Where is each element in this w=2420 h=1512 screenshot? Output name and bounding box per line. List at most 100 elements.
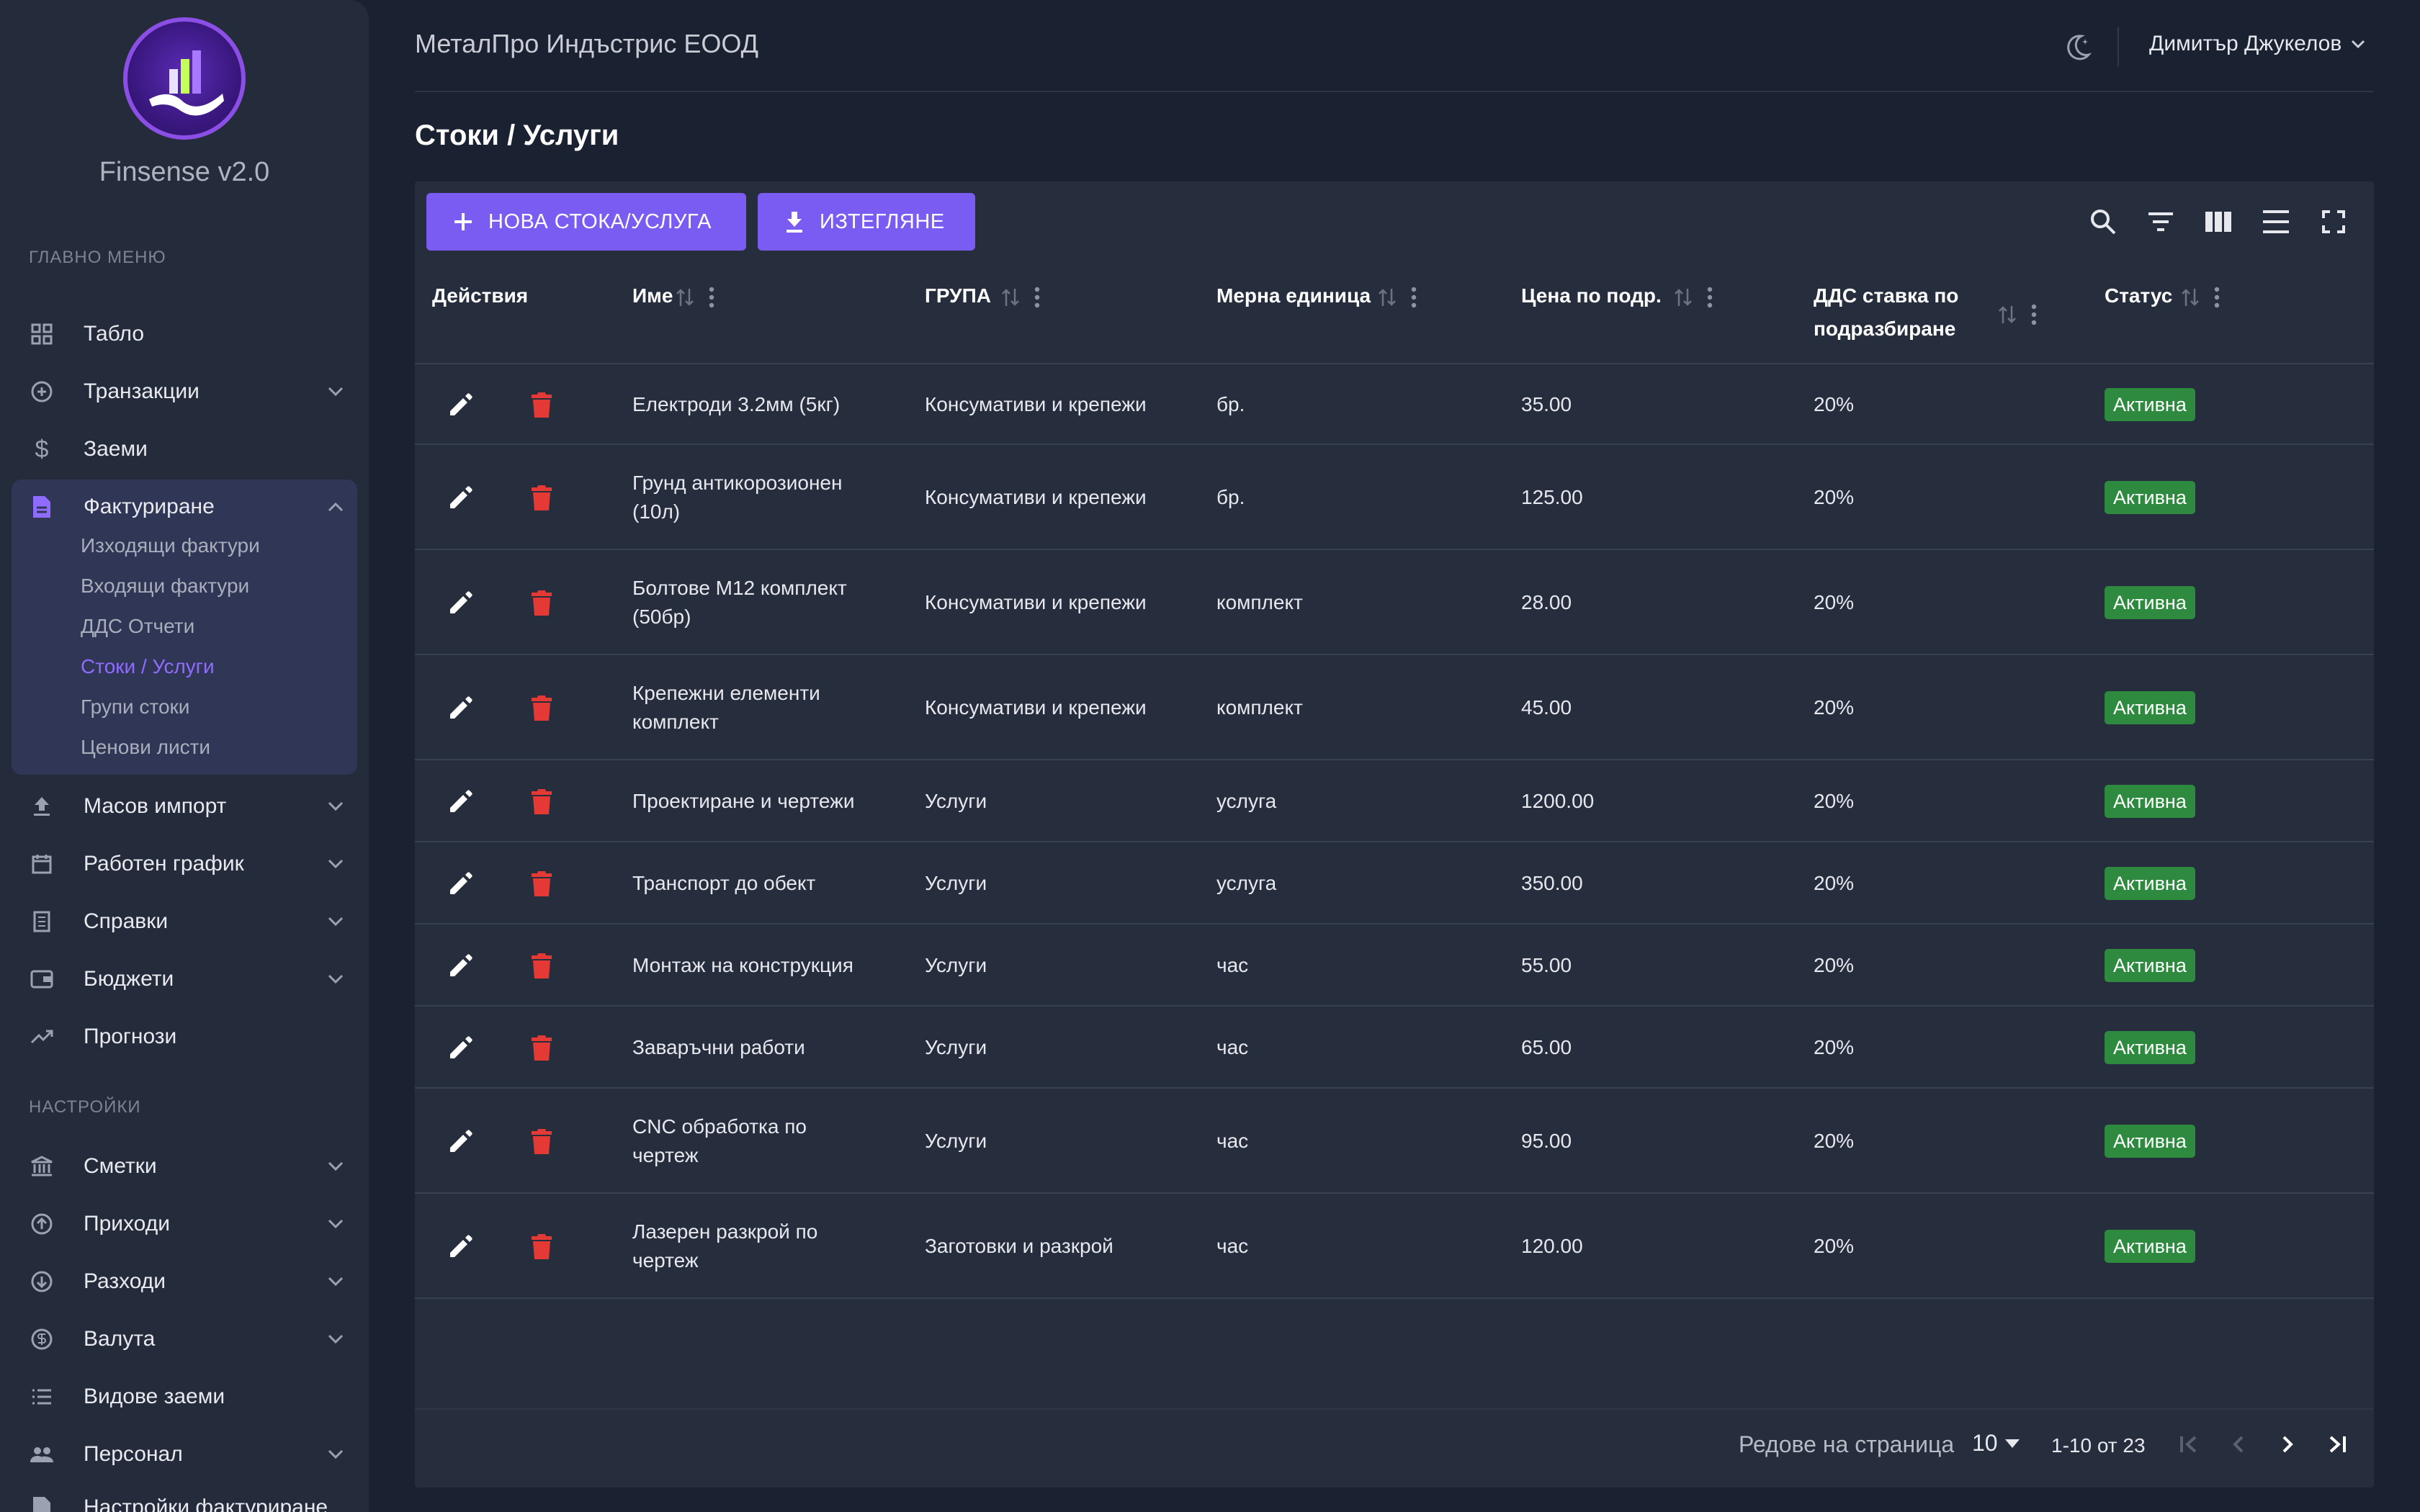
sub-vat-reports[interactable]: ДДС Отчети — [81, 615, 194, 638]
column-controls — [676, 287, 714, 308]
edit-icon[interactable] — [444, 784, 478, 819]
sort-icon[interactable] — [1378, 287, 1397, 307]
column-menu-icon[interactable] — [2031, 304, 2037, 325]
edit-icon[interactable] — [444, 866, 478, 901]
sub-incoming-invoices[interactable]: Входящи фактури — [81, 575, 249, 598]
nav-budgets[interactable]: Бюджети — [29, 958, 346, 1001]
nav-transactions[interactable]: Транзакции — [29, 370, 346, 413]
nav-accounts[interactable]: Сметки — [29, 1145, 346, 1188]
columns-icon[interactable] — [2200, 203, 2237, 240]
sub-goods-groups[interactable]: Групи стоки — [81, 696, 189, 719]
column-header-vat[interactable]: ДДС ставка по подразбиране — [1814, 279, 1986, 346]
section-main-menu: ГЛАВНО МЕНЮ — [29, 248, 166, 267]
cell-price: 125.00 — [1521, 486, 1583, 508]
previous-page-icon[interactable] — [2221, 1427, 2256, 1462]
edit-icon[interactable] — [444, 948, 478, 983]
column-header-group[interactable]: ГРУПА — [925, 279, 991, 312]
column-menu-icon[interactable] — [709, 287, 714, 308]
delete-icon[interactable] — [524, 690, 559, 725]
last-page-icon[interactable] — [2319, 1427, 2354, 1462]
arrow-up-circle-icon — [29, 1211, 55, 1237]
chevron-down-icon — [326, 796, 346, 816]
column-menu-icon[interactable] — [1411, 287, 1417, 308]
bank-icon — [29, 1153, 55, 1179]
density-icon[interactable] — [2257, 203, 2295, 240]
nav-forecasts[interactable]: Прогнози — [29, 1015, 346, 1058]
delete-icon[interactable] — [524, 1124, 559, 1158]
search-icon[interactable] — [2084, 203, 2122, 240]
edit-icon[interactable] — [444, 387, 478, 422]
edit-icon[interactable] — [444, 690, 478, 725]
delete-icon[interactable] — [524, 585, 559, 620]
edit-icon[interactable] — [444, 585, 478, 620]
sort-icon[interactable] — [676, 287, 694, 307]
trending-up-icon — [29, 1024, 55, 1050]
nav-invoicing-settings[interactable]: Настройки фактуриране — [29, 1486, 346, 1512]
nav-label: Персонал — [84, 1442, 183, 1466]
column-header-status[interactable]: Статус — [2105, 279, 2172, 312]
nav-expenses[interactable]: Разходи — [29, 1260, 346, 1303]
nav-income[interactable]: Приходи — [29, 1202, 346, 1246]
rows-per-page-select[interactable]: 10 — [1972, 1430, 2020, 1457]
cell-name: Електроди 3.2мм (5кг) — [632, 393, 841, 415]
cell-unit: бр. — [1216, 393, 1245, 415]
nav-staff[interactable]: Персонал — [29, 1433, 346, 1476]
delete-icon[interactable] — [524, 387, 559, 422]
nav-dashboard[interactable]: Табло — [29, 312, 346, 356]
nav-bulk-import[interactable]: Масов импорт — [29, 785, 346, 828]
next-page-icon[interactable] — [2270, 1427, 2305, 1462]
edit-icon[interactable] — [444, 1030, 478, 1065]
cell-name: Монтаж на конструкция — [632, 954, 853, 976]
cell-unit: услуга — [1216, 872, 1277, 894]
sort-icon[interactable] — [1001, 287, 1020, 307]
fullscreen-icon[interactable] — [2315, 203, 2352, 240]
chevron-down-icon — [326, 1329, 346, 1349]
delete-icon[interactable] — [524, 480, 559, 515]
company-name: МеталПро Индъстрис ЕООД — [415, 29, 758, 58]
nav-loans[interactable]: $ Заеми — [29, 428, 346, 471]
nav-work-schedule[interactable]: Работен график — [29, 842, 346, 886]
new-product-button[interactable]: НОВА СТОКА/УСЛУГА — [426, 193, 746, 251]
cell-group: Услуги — [925, 790, 987, 812]
sort-icon[interactable] — [1998, 305, 2017, 325]
edit-icon[interactable] — [444, 480, 478, 515]
export-button[interactable]: ИЗТЕГЛЯНЕ — [758, 193, 975, 251]
first-page-icon[interactable] — [2172, 1427, 2207, 1462]
nav-label: Приходи — [84, 1212, 170, 1236]
status-badge: Активна — [2105, 1230, 2195, 1263]
sub-goods-services[interactable]: Стоки / Услуги — [81, 655, 215, 678]
edit-icon[interactable] — [444, 1229, 478, 1264]
delete-icon[interactable] — [524, 1030, 559, 1065]
sub-price-lists[interactable]: Ценови листи — [81, 736, 210, 759]
nav-loan-types[interactable]: Видове заеми — [29, 1375, 346, 1418]
delete-icon[interactable] — [524, 784, 559, 819]
edit-icon[interactable] — [444, 1124, 478, 1158]
column-header-unit[interactable]: Мерна единица — [1216, 279, 1371, 312]
nav-reports[interactable]: Справки — [29, 900, 346, 943]
column-header-price[interactable]: Цена по подр. — [1521, 279, 1662, 312]
sort-icon[interactable] — [1674, 287, 1693, 307]
delete-icon[interactable] — [524, 948, 559, 983]
chevron-down-icon — [326, 969, 346, 989]
nav-currency[interactable]: Валута — [29, 1318, 346, 1361]
nav-invoicing[interactable]: Фактуриране — [29, 485, 346, 528]
column-header-name[interactable]: Име — [632, 279, 673, 312]
column-menu-icon[interactable] — [1034, 287, 1040, 308]
pagination-range: 1-10 от 23 — [2051, 1434, 2146, 1457]
cell-unit: час — [1216, 1235, 1249, 1257]
delete-icon[interactable] — [524, 866, 559, 901]
cell-name: CNC обработка по чертеж — [632, 1115, 807, 1166]
column-menu-icon[interactable] — [1707, 287, 1713, 308]
cell-group: Консумативи и крепежи — [925, 393, 1147, 415]
column-menu-icon[interactable] — [2214, 287, 2220, 308]
delete-icon[interactable] — [524, 1229, 559, 1264]
status-badge: Активна — [2105, 785, 2195, 818]
sort-icon[interactable] — [2181, 287, 2200, 307]
moon-icon[interactable] — [2061, 32, 2093, 63]
cell-unit: бр. — [1216, 486, 1245, 508]
filter-icon[interactable] — [2142, 203, 2179, 240]
cell-name: Транспорт до обект — [632, 872, 816, 894]
user-menu[interactable]: Димитър Джукелов — [2149, 32, 2366, 56]
plus-icon — [452, 211, 474, 233]
sub-outgoing-invoices[interactable]: Изходящи фактури — [81, 534, 260, 557]
